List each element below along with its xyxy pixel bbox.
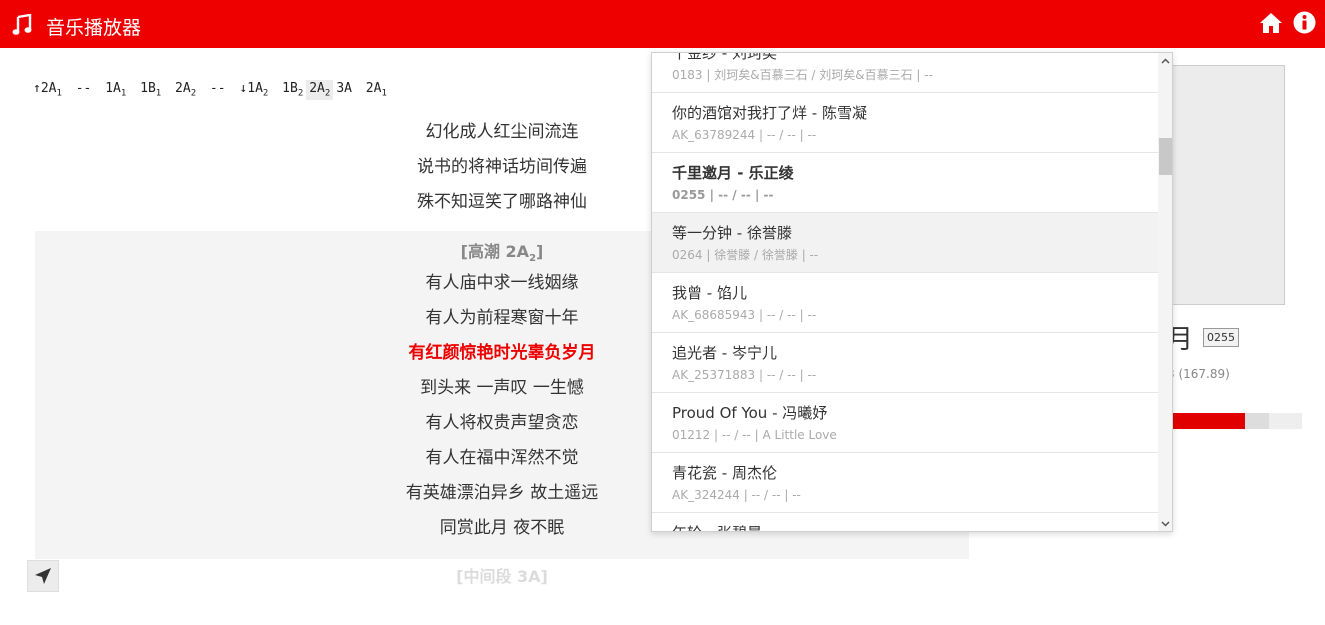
structure-segment-index: 2 xyxy=(324,88,331,99)
structure-segment-label: -- xyxy=(67,81,100,96)
song-list-dropdown[interactable]: 千金纱 - 刘珂矣 0183 | 刘珂矣&百慕三石 / 刘珂矣&百慕三石 | --… xyxy=(651,52,1173,532)
structure-segment[interactable]: 2A1 xyxy=(355,80,390,100)
song-meta: 01212 | -- / -- | A Little Love xyxy=(672,428,837,442)
music-note-icon xyxy=(12,14,32,35)
song-list-item[interactable]: 千里邀月 - 乐正绫 0255 | -- / -- | -- xyxy=(652,153,1158,213)
song-list-item[interactable]: 等一分钟 - 徐誉滕 0264 | 徐誉滕 / 徐誉滕 | -- xyxy=(652,213,1158,273)
structure-segment-label: -- xyxy=(202,81,234,96)
structure-segment[interactable]: 3A xyxy=(333,80,355,100)
scroll-down-button[interactable] xyxy=(1158,516,1172,531)
structure-segment-index: 1 xyxy=(155,88,162,99)
structure-segment-index: 2 xyxy=(262,88,269,99)
structure-segment-label: 1B xyxy=(132,81,156,96)
structure-segment-label: ↑2A xyxy=(33,81,57,96)
song-list-item[interactable]: 千金纱 - 刘珂矣 0183 | 刘珂矣&百慕三石 / 刘珂矣&百慕三石 | -- xyxy=(652,52,1158,93)
structure-segment-label: 2A xyxy=(357,81,382,96)
progress-bar[interactable] xyxy=(1170,413,1302,429)
scroll-up-button[interactable] xyxy=(1158,53,1172,68)
structure-segment[interactable]: ↓1A2 xyxy=(236,80,271,100)
progress-played xyxy=(1170,413,1246,429)
structure-segment-index: 1 xyxy=(381,88,387,99)
song-name: 青花瓷 - 周杰伦 xyxy=(672,464,777,482)
song-list-item[interactable]: 我曾 - 馅儿 AK_68685943 | -- / -- | -- xyxy=(652,273,1158,333)
scroll-thumb[interactable] xyxy=(1159,138,1172,175)
structure-segment[interactable]: -- xyxy=(65,80,102,100)
song-list-item[interactable]: 你的酒馆对我打了烊 - 陈雪凝 AK_63789244 | -- / -- | -… xyxy=(652,93,1158,153)
home-icon[interactable] xyxy=(1259,12,1283,34)
structure-segment-label: 2A xyxy=(309,81,325,96)
structure-segment-label: ↓1A xyxy=(239,81,263,96)
structure-segment-label: 1A xyxy=(105,81,121,96)
duration-text: 3 (167.89) xyxy=(1167,367,1230,381)
album-cover xyxy=(1160,65,1285,305)
song-meta: 0255 | -- / -- | -- xyxy=(672,188,774,202)
song-name: 我曾 - 馅儿 xyxy=(672,284,747,302)
navigation-arrow-icon xyxy=(35,568,51,584)
section-tag-next: [中间段 3A] xyxy=(456,567,548,586)
song-list-item[interactable]: Proud Of You - 冯曦妤 01212 | -- / -- | A Li… xyxy=(652,393,1158,453)
song-name: 你的酒馆对我打了烊 - 陈雪凝 xyxy=(672,104,867,122)
song-list-item[interactable]: 追光者 - 岑宁儿 AK_25371883 | -- / -- | -- xyxy=(652,333,1158,393)
info-icon[interactable] xyxy=(1293,11,1316,34)
song-structure: ↑2A1 -- 1A1 1B1 2A2 -- ↓1A2 1B2 2A2 3A 2A1 xyxy=(30,80,390,100)
chevron-down-icon xyxy=(1161,520,1170,527)
structure-segment-index: 2 xyxy=(297,88,304,99)
song-name: 千里邀月 - 乐正绫 xyxy=(672,164,794,182)
song-meta: AK_25371883 | -- / -- | -- xyxy=(672,368,817,382)
song-list-item[interactable]: 年轮 - 张碧晨 xyxy=(652,513,1158,531)
structure-segment[interactable]: 1A1 xyxy=(102,80,129,100)
song-list-item[interactable]: 青花瓷 - 周杰伦 AK_324244 | -- / -- | -- xyxy=(652,453,1158,513)
song-name: Proud Of You - 冯曦妤 xyxy=(672,404,828,422)
song-name: 年轮 - 张碧晨 xyxy=(672,523,1158,531)
structure-segment[interactable]: 2A2 xyxy=(306,80,334,100)
scrollbar[interactable] xyxy=(1158,53,1172,531)
song-meta: AK_68685943 | -- / -- | -- xyxy=(672,308,817,322)
app-title: 音乐播放器 xyxy=(46,17,142,39)
structure-segment-label: 3A xyxy=(336,81,352,96)
structure-segment[interactable]: -- xyxy=(199,80,236,100)
app-header: 音乐播放器 xyxy=(0,0,1325,48)
structure-segment[interactable]: 1B1 xyxy=(129,80,164,100)
structure-segment-label: 2A xyxy=(167,81,191,96)
song-meta: AK_63789244 | -- / -- | -- xyxy=(672,128,817,142)
song-meta: 0264 | 徐誉滕 / 徐誉滕 | -- xyxy=(672,248,819,262)
structure-segment-index: 2 xyxy=(190,88,197,99)
song-name: 追光者 - 岑宁儿 xyxy=(672,344,777,362)
song-name: 千金纱 - 刘珂矣 xyxy=(672,52,777,62)
locate-lyric-button[interactable] xyxy=(27,560,59,592)
structure-segment-index: 1 xyxy=(120,88,127,99)
structure-segment-index: 1 xyxy=(56,88,62,99)
song-meta: AK_324244 | -- / -- | -- xyxy=(672,488,801,502)
structure-segment[interactable]: 2A2 xyxy=(164,80,199,100)
song-id-badge: 0255 xyxy=(1203,328,1239,347)
song-name: 等一分钟 - 徐誉滕 xyxy=(672,224,792,242)
song-list: 千金纱 - 刘珂矣 0183 | 刘珂矣&百慕三石 / 刘珂矣&百慕三石 | --… xyxy=(652,52,1158,531)
song-meta: 0183 | 刘珂矣&百慕三石 / 刘珂矣&百慕三石 | -- xyxy=(672,68,933,82)
structure-segment-label: 1B xyxy=(274,81,298,96)
chevron-up-icon xyxy=(1161,57,1170,64)
structure-segment[interactable]: ↑2A1 xyxy=(30,80,65,100)
structure-segment[interactable]: 1B2 xyxy=(271,80,306,100)
